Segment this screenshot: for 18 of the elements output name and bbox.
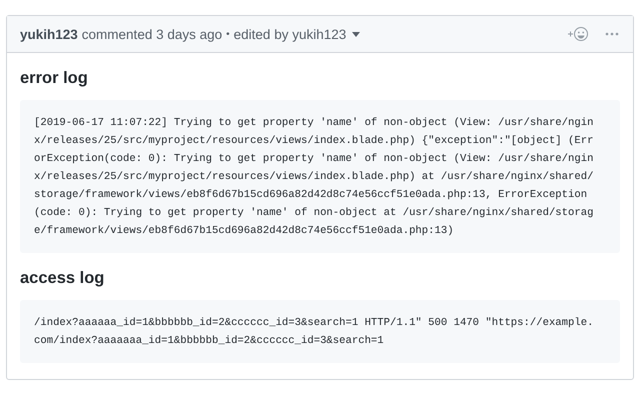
code-line: (code: 0): Trying to get property 'name' of non-object at /usr/share/nginx/shared/storag xyxy=(34,206,594,221)
caret-icon[interactable] xyxy=(352,32,360,36)
separator-dot: • xyxy=(226,28,230,40)
code-line: x/releases/25/src/myproject/resources/views/index.blade.php) at /usr/share/nginx/shared/ xyxy=(34,170,594,185)
author-link[interactable]: yukih123 xyxy=(20,26,78,42)
code-line: orException(code: 0): Trying to get property 'name' of non-object (View: /usr/share/ngin xyxy=(34,152,594,167)
code-line: x/releases/25/src/myproject/resources/views/index.blade.php) {"exception":"[object] (Err xyxy=(34,134,594,149)
more-options-icon[interactable] xyxy=(605,32,619,36)
code-line: com/index?aaaaaaa_id=1&bbbbbb_id=2&cccccc_id=3&search=1 xyxy=(34,334,385,349)
comment-time: commented 3 days ago xyxy=(82,26,222,42)
section-heading: access log xyxy=(20,269,106,288)
add-reaction-icon[interactable] xyxy=(567,26,589,42)
code-line: [2019-06-17 11:07:22] Trying to get property 'name' of non-object (View: /usr/share/ngin xyxy=(34,116,594,131)
edited-dropdown[interactable]: edited by yukih123 xyxy=(234,26,346,42)
code-line: storage/framework/views/eb8f6d67b15cd696a82d42d8c74e56ccf51e0ada.php:13, ErrorException xyxy=(34,188,588,203)
code-line: /index?aaaaaa_id=1&bbbbbb_id=2&cccccc_id=3&search=1 HTTP/1.1" 500 1470 "https://example. xyxy=(34,316,594,331)
section-heading: error log xyxy=(20,69,89,88)
code-line: e/framework/views/eb8f6d67b15cd696a82d42d8c74e56ccf51e0ada.php:13) xyxy=(34,224,455,239)
